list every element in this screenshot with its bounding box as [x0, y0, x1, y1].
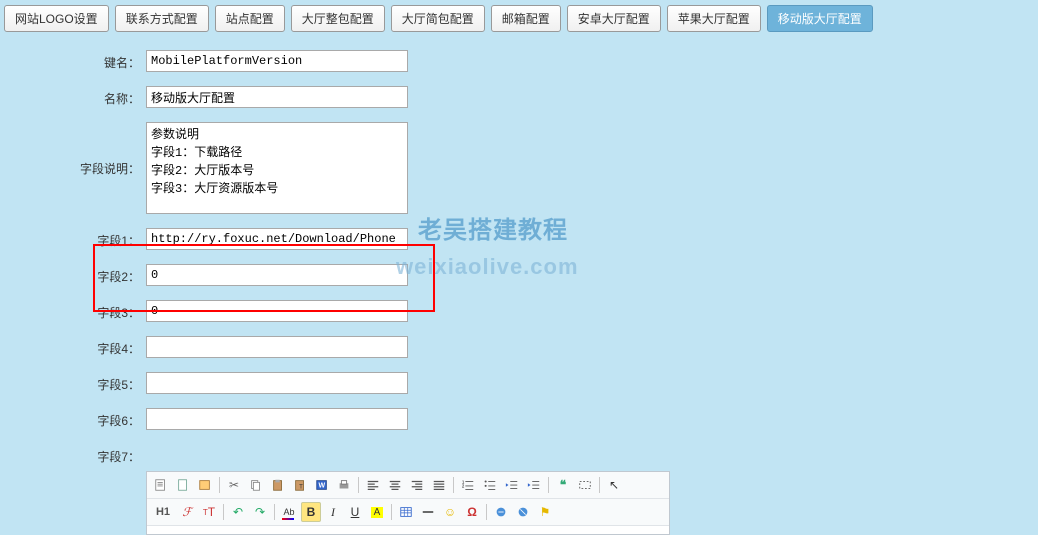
input-field2[interactable] — [146, 264, 408, 286]
editor-toolbar-row1: ✂ T W 12 ❝ ↖ — [147, 472, 669, 499]
editor-content[interactable] — [147, 526, 669, 534]
undo-icon[interactable]: ↶ — [228, 502, 248, 522]
tab-8[interactable]: 移动版大厅配置 — [767, 5, 873, 32]
label-field7: 字段7： — [48, 444, 146, 465]
align-left-icon[interactable] — [363, 475, 383, 495]
separator — [219, 477, 220, 493]
label-field5: 字段5： — [48, 372, 146, 393]
input-key[interactable] — [146, 50, 408, 72]
separator — [223, 504, 224, 520]
editor-toolbar-row2: H1 ℱ TT ↶ ↷ Ab B I U A ☺ Ω ⚑ — [147, 499, 669, 526]
bold-icon[interactable]: B — [301, 502, 321, 522]
label-field1: 字段1： — [48, 228, 146, 249]
print-icon[interactable] — [334, 475, 354, 495]
tab-2[interactable]: 站点配置 — [215, 5, 285, 32]
blockquote-icon[interactable]: ❝ — [553, 475, 573, 495]
outdent-icon[interactable] — [502, 475, 522, 495]
indent-icon[interactable] — [524, 475, 544, 495]
svg-text:W: W — [319, 483, 326, 490]
label-field2: 字段2： — [48, 264, 146, 285]
table-icon[interactable] — [396, 502, 416, 522]
copy-icon[interactable] — [246, 475, 266, 495]
input-name[interactable] — [146, 86, 408, 108]
heading-icon[interactable]: H1 — [151, 502, 175, 522]
tab-bar: 网站LOGO设置联系方式配置站点配置大厅整包配置大厅简包配置邮箱配置安卓大厅配置… — [0, 0, 1038, 32]
underline-icon[interactable]: U — [345, 502, 365, 522]
rich-text-editor: ✂ T W 12 ❝ ↖ H1 ℱ TT ↶ ↷ Ab B I U A — [146, 471, 670, 535]
input-field6[interactable] — [146, 408, 408, 430]
svg-text:2: 2 — [462, 484, 465, 489]
align-justify-icon[interactable] — [429, 475, 449, 495]
align-center-icon[interactable] — [385, 475, 405, 495]
align-right-icon[interactable] — [407, 475, 427, 495]
input-field4[interactable] — [146, 336, 408, 358]
paste-word-icon[interactable]: W — [312, 475, 332, 495]
italic-icon[interactable]: I — [323, 502, 343, 522]
smiley-icon[interactable]: ☺ — [440, 502, 460, 522]
separator — [391, 504, 392, 520]
label-desc: 字段说明： — [48, 122, 146, 177]
tab-4[interactable]: 大厅简包配置 — [391, 5, 485, 32]
tab-7[interactable]: 苹果大厅配置 — [667, 5, 761, 32]
svg-text:T: T — [299, 484, 303, 491]
label-field6: 字段6： — [48, 408, 146, 429]
separator — [548, 477, 549, 493]
input-field1[interactable] — [146, 228, 408, 250]
textarea-desc[interactable] — [146, 122, 408, 214]
tab-0[interactable]: 网站LOGO设置 — [4, 5, 109, 32]
tab-6[interactable]: 安卓大厅配置 — [567, 5, 661, 32]
unordered-list-icon[interactable] — [480, 475, 500, 495]
separator — [486, 504, 487, 520]
config-form: 键名： 名称： 字段说明： 字段1： 字段2： 字段3： 字段4： — [48, 50, 1038, 465]
tab-5[interactable]: 邮箱配置 — [491, 5, 561, 32]
label-field3: 字段3： — [48, 300, 146, 321]
cursor-icon[interactable]: ↖ — [604, 475, 624, 495]
ordered-list-icon[interactable]: 12 — [458, 475, 478, 495]
redo-icon[interactable]: ↷ — [250, 502, 270, 522]
newdoc-icon[interactable] — [173, 475, 193, 495]
source-icon[interactable] — [151, 475, 171, 495]
cut-icon[interactable]: ✂ — [224, 475, 244, 495]
font-size-icon[interactable]: TT — [199, 502, 219, 522]
label-field4: 字段4： — [48, 336, 146, 357]
link-icon[interactable] — [491, 502, 511, 522]
input-field5[interactable] — [146, 372, 408, 394]
font-family-icon[interactable]: ℱ — [177, 502, 197, 522]
label-name: 名称： — [48, 86, 146, 107]
paste-text-icon[interactable]: T — [290, 475, 310, 495]
anchor-icon[interactable]: ⚑ — [535, 502, 555, 522]
paste-icon[interactable] — [268, 475, 288, 495]
text-color-icon[interactable]: Ab — [279, 502, 299, 522]
tab-1[interactable]: 联系方式配置 — [115, 5, 209, 32]
hr-icon[interactable] — [418, 502, 438, 522]
separator — [358, 477, 359, 493]
special-char-icon[interactable]: Ω — [462, 502, 482, 522]
separator — [453, 477, 454, 493]
separator — [274, 504, 275, 520]
template-icon[interactable] — [195, 475, 215, 495]
div-icon[interactable] — [575, 475, 595, 495]
bg-color-icon[interactable]: A — [367, 502, 387, 522]
unlink-icon[interactable] — [513, 502, 533, 522]
tab-3[interactable]: 大厅整包配置 — [291, 5, 385, 32]
separator — [599, 477, 600, 493]
label-key: 键名： — [48, 50, 146, 71]
input-field3[interactable] — [146, 300, 408, 322]
